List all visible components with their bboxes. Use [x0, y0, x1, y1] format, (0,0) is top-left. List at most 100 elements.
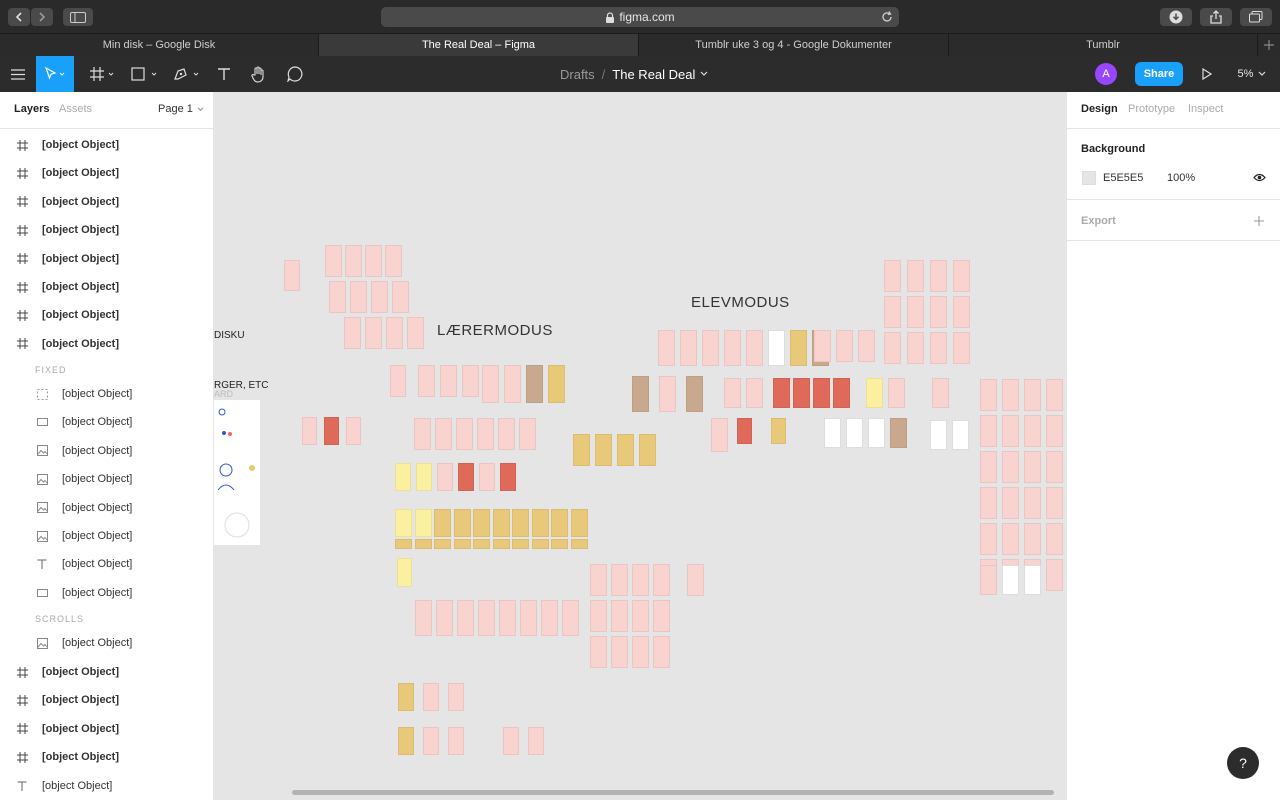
artboard-thumbnail[interactable] — [453, 539, 471, 549]
artboard-thumbnail[interactable] — [395, 509, 412, 537]
artboard-thumbnail[interactable] — [930, 332, 947, 364]
layer-row[interactable]: [object Object] — [0, 330, 213, 358]
artboard-thumbnail[interactable] — [930, 296, 947, 328]
artboard-thumbnail[interactable] — [434, 539, 451, 549]
layer-row[interactable]: [object Object] — [0, 550, 213, 578]
artboard-thumbnail[interactable] — [551, 509, 568, 537]
artboard-thumbnail[interactable] — [1002, 487, 1019, 519]
tab-layers[interactable]: Layers — [14, 103, 49, 115]
tab-inspect[interactable]: Inspect — [1188, 103, 1223, 115]
artboard-thumbnail[interactable] — [702, 330, 719, 366]
artboard-thumbnail[interactable] — [833, 378, 850, 408]
artboard-thumbnail[interactable] — [590, 564, 607, 596]
artboard-thumbnail[interactable] — [980, 415, 997, 447]
artboard-thumbnail[interactable] — [458, 463, 474, 491]
artboard-thumbnail[interactable] — [687, 564, 704, 596]
browser-tab-google-disk[interactable]: Min disk – Google Disk — [0, 34, 319, 56]
artboard-thumbnail[interactable] — [478, 600, 495, 636]
artboard-thumbnail[interactable] — [611, 636, 628, 668]
artboard-thumbnail[interactable] — [953, 260, 970, 292]
chevron-down-icon[interactable] — [700, 71, 708, 77]
artboard-thumbnail[interactable] — [746, 330, 763, 366]
artboard-thumbnail[interactable] — [653, 564, 670, 596]
artboard-thumbnail[interactable] — [436, 600, 453, 636]
artboard-thumbnail[interactable] — [344, 317, 361, 349]
artboard-thumbnail[interactable] — [325, 245, 342, 277]
artboard-thumbnail[interactable] — [435, 418, 452, 450]
page-selector[interactable]: Page 1 — [158, 103, 204, 115]
artboard-thumbnail[interactable] — [611, 600, 628, 632]
artboard-thumbnail[interactable] — [302, 417, 317, 445]
layer-row[interactable]: [object Object] — [0, 579, 213, 607]
artboard-thumbnail[interactable] — [824, 418, 841, 448]
artboard-thumbnail[interactable] — [1002, 451, 1019, 483]
artboard-thumbnail[interactable] — [395, 539, 412, 549]
artboard-thumbnail[interactable] — [418, 365, 435, 397]
artboard-thumbnail[interactable] — [414, 418, 431, 450]
artboard-thumbnail[interactable] — [907, 260, 924, 292]
artboard-thumbnail[interactable] — [482, 365, 499, 403]
artboard-thumbnail[interactable] — [890, 418, 907, 448]
layer-row[interactable]: [object Object] — [0, 465, 213, 493]
artboard-thumbnail[interactable] — [1046, 559, 1063, 591]
layer-row[interactable]: [object Object] — [0, 216, 213, 244]
layer-row[interactable]: [object Object] — [0, 159, 213, 187]
artboard-thumbnail[interactable] — [653, 636, 670, 668]
artboard-thumbnail[interactable] — [512, 539, 529, 549]
background-hex-input[interactable]: E5E5E5 — [1103, 172, 1143, 184]
artboard-thumbnail[interactable] — [477, 418, 494, 450]
artboard-thumbnail[interactable] — [980, 379, 997, 411]
artboard-thumbnail[interactable] — [365, 245, 382, 277]
artboard-thumbnail[interactable] — [686, 376, 703, 412]
artboard-thumbnail[interactable] — [448, 727, 464, 755]
artboard-thumbnail[interactable] — [632, 600, 649, 632]
avatar[interactable]: A — [1095, 63, 1117, 85]
artboard-thumbnail[interactable] — [724, 378, 741, 408]
artboard-thumbnail[interactable] — [453, 509, 471, 537]
layer-row[interactable]: [object Object] — [0, 380, 213, 408]
frame-tool-button[interactable] — [86, 56, 120, 92]
artboard-thumbnail[interactable] — [570, 509, 588, 537]
artboard-thumbnail[interactable] — [1046, 523, 1063, 555]
artboard-thumbnail[interactable] — [499, 600, 516, 636]
tab-assets[interactable]: Assets — [59, 103, 92, 115]
artboard-thumbnail[interactable] — [639, 434, 656, 466]
artboard-thumbnail[interactable] — [1024, 487, 1041, 519]
layer-row[interactable]: [object Object] — [0, 494, 213, 522]
artboard-thumbnail[interactable] — [350, 281, 367, 313]
artboard-thumbnail[interactable] — [457, 600, 474, 636]
artboard-thumbnail[interactable] — [324, 417, 339, 445]
artboard-thumbnail[interactable] — [548, 365, 565, 403]
eye-visibility-icon[interactable] — [1253, 173, 1266, 182]
forward-button[interactable] — [31, 8, 53, 26]
artboard-thumbnail[interactable] — [1024, 415, 1041, 447]
artboard-thumbnail[interactable] — [932, 378, 949, 408]
artboard-thumbnail[interactable] — [473, 509, 490, 537]
layer-row[interactable]: [object Object] — [0, 301, 213, 329]
artboard-thumbnail[interactable] — [392, 281, 409, 313]
browser-tab-figma[interactable]: The Real Deal – Figma — [319, 34, 639, 56]
artboard-thumbnail[interactable] — [423, 683, 439, 711]
artboard-thumbnail[interactable] — [395, 463, 411, 491]
artboard-thumbnail[interactable] — [498, 418, 515, 450]
artboard-thumbnail[interactable] — [562, 600, 579, 636]
artboard-thumbnail[interactable] — [980, 523, 997, 555]
artboard-thumbnail[interactable] — [768, 330, 785, 366]
artboard-thumbnail[interactable] — [415, 600, 432, 636]
artboard-thumbnail[interactable] — [737, 418, 752, 444]
layer-row[interactable]: [object Object] — [0, 715, 213, 743]
design-canvas[interactable]: LÆRERMODUS ELEVMODUS DISKU RGER, ETC ARD — [214, 92, 1066, 800]
artboard-thumbnail[interactable] — [512, 509, 529, 537]
artboard-thumbnail[interactable] — [407, 317, 424, 349]
sidebar-toggle-button[interactable] — [63, 8, 93, 26]
artboard-thumbnail[interactable] — [771, 418, 786, 444]
artboard-thumbnail[interactable] — [746, 378, 763, 408]
artboard-thumbnail[interactable] — [1002, 415, 1019, 447]
new-tab-button[interactable] — [1258, 34, 1280, 56]
artboard-thumbnail[interactable] — [492, 509, 510, 537]
layer-row[interactable]: [object Object] — [0, 245, 213, 273]
pen-tool-button[interactable] — [170, 56, 204, 92]
hand-tool-button[interactable] — [246, 56, 272, 92]
address-bar[interactable]: figma.com — [381, 7, 899, 27]
artboard-thumbnail[interactable] — [531, 539, 549, 549]
